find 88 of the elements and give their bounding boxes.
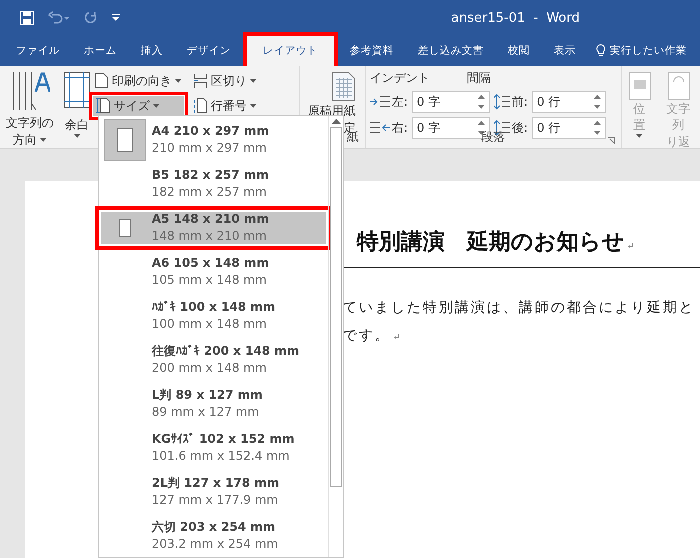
wrap-icon xyxy=(668,72,690,100)
caret-icon xyxy=(636,134,644,138)
spin-field[interactable]: 0 字 xyxy=(412,91,490,113)
scrollbar-thumb[interactable] xyxy=(330,127,342,487)
field-label: 右: xyxy=(392,120,408,136)
caret-icon xyxy=(40,138,47,142)
margins-button[interactable]: 余白 xyxy=(62,70,92,140)
field-label: 前: xyxy=(512,94,528,110)
option-detail: 101.6 mm x 152.4 mm xyxy=(152,448,291,465)
option-detail: 203.2 mm x 254 mm xyxy=(152,536,278,553)
ribbon-tab[interactable]: レイアウト xyxy=(243,32,338,66)
position-icon xyxy=(628,72,651,100)
page-size-option[interactable]: 六切 203 x 254 mm 203.2 mm x 254 mm xyxy=(99,514,328,558)
option-detail: 210 mm x 297 mm xyxy=(152,140,268,157)
page-size-option[interactable]: A4 210 x 297 mm 210 mm x 297 mm xyxy=(99,118,328,162)
orientation-button[interactable]: 印刷の向き xyxy=(92,70,185,92)
option-name: A4 210 x 297 mm xyxy=(152,123,270,140)
page-size-option[interactable]: A6 105 x 148 mm 105 mm x 148 mm xyxy=(99,250,328,294)
tell-me-search[interactable]: 実行したい作業 xyxy=(596,36,687,66)
grid-paper-icon xyxy=(332,72,356,102)
option-detail: 182 mm x 257 mm xyxy=(152,184,268,201)
save-icon[interactable] xyxy=(20,11,34,25)
breaks-icon xyxy=(194,74,208,88)
group-label: 紙 xyxy=(347,130,359,146)
page-size-option[interactable]: L判 89 x 127 mm 89 mm x 127 mm xyxy=(99,382,328,426)
page-size-option[interactable]: 往復ﾊｶﾞｷ 200 x 148 mm 200 mm x 148 mm xyxy=(99,338,328,382)
page-size-option[interactable]: 2L判 127 x 178 mm 127 mm x 177.9 mm xyxy=(99,470,328,514)
ribbon-tab[interactable]: ホーム xyxy=(72,36,129,66)
page-size-option[interactable]: KGｻｲｽﾞ 102 x 152 mm 101.6 mm x 152.4 mm xyxy=(99,426,328,470)
indent-right-icon xyxy=(370,122,390,134)
page-size-option[interactable]: B5 182 x 257 mm 182 mm x 257 mm xyxy=(99,162,328,206)
option-name: 往復ﾊｶﾞｷ 200 x 148 mm xyxy=(152,343,300,360)
ribbon-tab[interactable]: 校閲 xyxy=(496,36,542,66)
indent-heading: インデント xyxy=(370,70,431,87)
option-detail: 89 mm x 127 mm xyxy=(152,404,260,421)
indent-left-icon xyxy=(370,96,390,108)
text-direction-button[interactable]: 文字列の 方向 xyxy=(4,70,56,150)
ribbon-tab[interactable]: 表示 xyxy=(542,36,588,66)
ribbon-tab[interactable]: ファイル xyxy=(4,36,72,66)
dialog-launcher-icon[interactable] xyxy=(608,137,615,144)
lightbulb-icon xyxy=(596,44,606,58)
customize-icon[interactable] xyxy=(112,14,120,22)
page-size-option[interactable]: A5 148 x 210 mm 148 mm x 210 mm xyxy=(95,206,332,250)
spin-arrows-icon[interactable] xyxy=(594,94,602,110)
caret-icon xyxy=(74,134,80,138)
option-name: 六切 203 x 254 mm xyxy=(152,519,277,536)
option-detail: 200 mm x 148 mm xyxy=(152,360,268,377)
redo-icon[interactable] xyxy=(84,11,98,25)
ribbon-tab[interactable]: 挿入 xyxy=(129,36,175,66)
option-name: B5 182 x 257 mm xyxy=(152,167,270,184)
page-icon xyxy=(117,128,133,152)
field-label: 左: xyxy=(392,94,408,110)
spacing-heading: 間隔 xyxy=(467,70,491,87)
caret-icon xyxy=(250,104,257,108)
option-detail: 148 mm x 210 mm xyxy=(152,228,268,245)
caret-icon xyxy=(153,104,160,108)
spin-field[interactable]: 0 行 xyxy=(532,91,606,113)
page-size-option[interactable]: ﾊｶﾞｷ 100 x 148 mm 100 mm x 148 mm xyxy=(99,294,328,338)
option-name: 2L判 127 x 178 mm xyxy=(152,475,280,492)
page-icon xyxy=(95,73,109,89)
caret-icon xyxy=(175,79,182,83)
ribbon-tab[interactable]: デザイン xyxy=(175,36,243,66)
body-text: ていました特別講演は、講師の都合により延期と xyxy=(343,299,696,318)
option-detail: 105 mm x 148 mm xyxy=(152,272,268,289)
spin-field[interactable]: 0 行 xyxy=(532,117,606,139)
option-name: A5 148 x 210 mm xyxy=(152,211,270,228)
option-name: ﾊｶﾞｷ 100 x 148 mm xyxy=(152,299,276,316)
spin-arrows-icon[interactable] xyxy=(594,120,602,136)
option-detail: 100 mm x 148 mm xyxy=(152,316,268,333)
scroll-up-icon[interactable] xyxy=(332,118,340,124)
option-name: L判 89 x 127 mm xyxy=(152,387,263,404)
caret-icon xyxy=(250,79,257,83)
page-icon xyxy=(119,219,131,237)
line-numbers-button[interactable]: 行番号 xyxy=(191,95,260,117)
option-name: A6 105 x 148 mm xyxy=(152,255,270,272)
ribbon-tab[interactable]: 差し込み文書 xyxy=(406,36,496,66)
body-text: です。↵ xyxy=(343,327,404,346)
window-title: anser15-01 - Word xyxy=(451,10,580,26)
option-name: KGｻｲｽﾞ 102 x 152 mm xyxy=(152,431,295,448)
option-detail: 127 mm x 177.9 mm xyxy=(152,492,280,509)
field-label: 後: xyxy=(512,120,528,136)
document-heading: 特別講演 延期のお知らせ↵ xyxy=(357,228,636,257)
breaks-button[interactable]: 区切り xyxy=(191,70,260,92)
ribbon-tab[interactable]: 参考資料 xyxy=(338,36,406,66)
margins-icon xyxy=(64,72,90,108)
spin-arrows-icon[interactable] xyxy=(478,94,486,110)
undo-icon[interactable] xyxy=(48,11,70,25)
line-spacing-icon xyxy=(494,94,510,110)
